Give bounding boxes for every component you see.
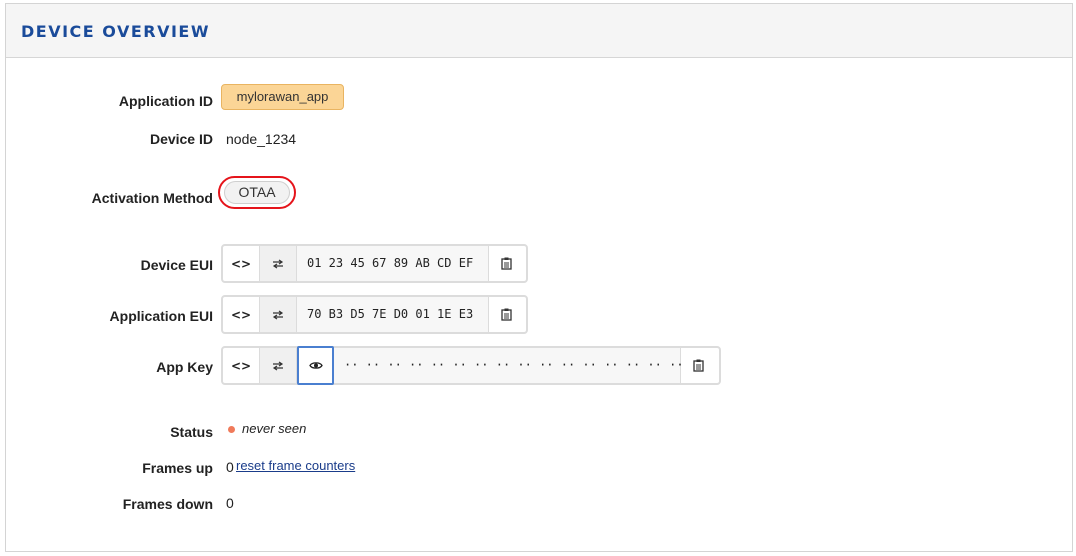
status-label: Status [170, 424, 213, 440]
app-key-value[interactable]: ·· ·· ·· ·· ·· ·· ·· ·· ·· ·· ·· ·· ·· ·… [334, 348, 684, 383]
clipboard-icon[interactable] [489, 297, 524, 332]
page-title: DEVICE OVERVIEW [21, 22, 211, 41]
status-dot [228, 426, 235, 433]
reset-frame-counters-link[interactable]: reset frame counters [236, 458, 355, 473]
panel-header: DEVICE OVERVIEW [6, 4, 1072, 58]
application-eui-label: Application EUI [109, 308, 213, 324]
app-key-field: <> ·· ·· ·· ·· ·· ·· ·· ·· ·· ·· ·· ·· ·… [221, 346, 721, 385]
code-brackets-icon[interactable]: <> [223, 297, 260, 332]
app-key-label: App Key [156, 359, 213, 375]
device-id-label: Device ID [149, 131, 213, 147]
activation-method-badge: OTAA [224, 181, 290, 204]
application-id-badge[interactable]: mylorawan_app [221, 84, 344, 110]
eye-icon[interactable] [297, 346, 334, 385]
swap-arrows-icon[interactable] [260, 297, 297, 332]
application-id-label: Application ID [118, 93, 213, 109]
activation-highlight-circle: OTAA [218, 176, 296, 209]
device-id-value: node_1234 [226, 131, 297, 147]
application-eui-field: <> 70 B3 D5 7E D0 01 1E E3 [221, 295, 528, 334]
code-brackets-icon[interactable]: <> [223, 348, 260, 383]
device-eui-label: Device EUI [140, 257, 213, 273]
frames-up-value: 0 [226, 459, 234, 475]
status-value: never seen [242, 421, 307, 436]
clipboard-icon[interactable] [681, 348, 716, 383]
application-eui-value[interactable]: 70 B3 D5 7E D0 01 1E E3 [297, 297, 489, 332]
frames-down-value: 0 [226, 495, 234, 511]
frames-down-label: Frames down [122, 496, 213, 512]
code-brackets-icon[interactable]: <> [223, 246, 260, 281]
clipboard-icon[interactable] [489, 246, 524, 281]
swap-arrows-icon[interactable] [260, 246, 297, 281]
swap-arrows-icon[interactable] [260, 348, 297, 383]
device-eui-field: <> 01 23 45 67 89 AB CD EF [221, 244, 528, 283]
frames-up-label: Frames up [142, 460, 213, 476]
activation-method-label: Activation Method [91, 190, 213, 206]
device-eui-value[interactable]: 01 23 45 67 89 AB CD EF [297, 246, 489, 281]
